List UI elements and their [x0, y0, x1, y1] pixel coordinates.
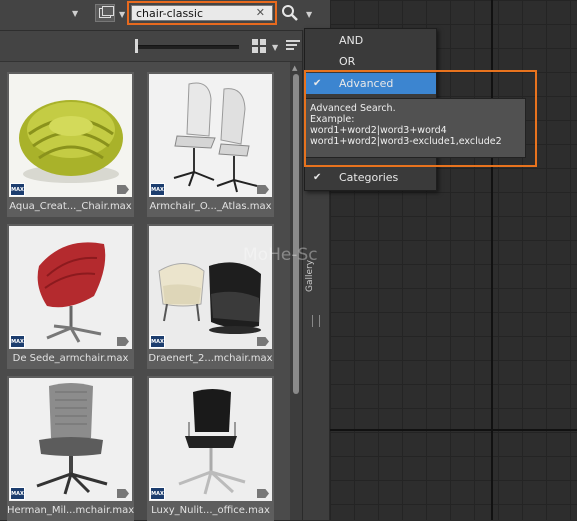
asset-caption: De Sede_armchair.max [12, 353, 129, 364]
grid-view-icon[interactable] [252, 39, 267, 54]
max-file-icon: MAX [150, 335, 165, 348]
red-lounge-chair-icon[interactable]: MAX [9, 226, 132, 349]
asset-tile[interactable]: MAX De Sede_armchair.max [7, 224, 134, 369]
max-file-icon: MAX [10, 183, 25, 196]
scrollbar-thumb[interactable] [293, 74, 299, 394]
view-toolbar: ▼ [0, 31, 304, 62]
asset-tile[interactable]: MAX Luxy_Nulit..._office.max [147, 376, 274, 521]
vertical-scrollbar[interactable]: ▲ [290, 62, 302, 520]
asset-caption: Draenert_2...mchair.max [148, 353, 273, 364]
list-view-icon[interactable] [286, 39, 300, 53]
search-options-arrow-icon[interactable]: ▼ [306, 10, 312, 19]
thumbnail-size-slider[interactable] [137, 45, 239, 49]
viewport-axis-horizontal [330, 429, 577, 431]
search-highlight-box: ✕ [127, 1, 277, 25]
clear-search-icon[interactable]: ✕ [256, 6, 265, 19]
menu-item-categories[interactable]: ✔ Categories [305, 167, 436, 188]
asset-tile[interactable]: MAX Armchair_O..._Atlas.max [147, 72, 274, 217]
search-icon[interactable] [281, 4, 299, 22]
search-input[interactable] [131, 5, 273, 21]
checkmark-icon: ✔ [313, 172, 322, 183]
search-toolbar: ▼ ▼ ✕ ▼ [0, 0, 330, 31]
grid-view-arrow-icon[interactable]: ▼ [272, 43, 278, 52]
asset-tile[interactable]: MAX Herman_Mil...mchair.max [7, 376, 134, 521]
menu-item-label: OR [339, 55, 356, 68]
scroll-up-arrow-icon[interactable]: ▲ [292, 64, 297, 72]
category-dropdown-arrow-icon[interactable]: ▼ [72, 9, 78, 18]
asset-caption: Herman_Mil...mchair.max [7, 505, 134, 516]
max-file-icon: MAX [150, 183, 165, 196]
view-mode-icon[interactable] [95, 4, 115, 22]
max-file-icon: MAX [150, 487, 165, 500]
mesh-office-chair-icon[interactable]: MAX [9, 378, 132, 501]
menu-item-and[interactable]: AND [305, 30, 436, 51]
asset-caption: Luxy_Nulit..._office.max [151, 505, 270, 516]
asset-caption: Aqua_Creat..._Chair.max [9, 201, 132, 212]
asset-caption: Armchair_O..._Atlas.max [149, 201, 272, 212]
black-office-chair-icon[interactable]: MAX [149, 378, 272, 501]
menu-item-label: AND [339, 34, 364, 47]
menu-item-label: Categories [339, 171, 399, 184]
asset-tile[interactable]: MAX Aqua_Creat..._Chair.max [7, 72, 134, 217]
white-office-chair-icon[interactable]: MAX [149, 74, 272, 197]
tooltip-highlight-box [304, 70, 537, 167]
menu-item-or[interactable]: OR [305, 51, 436, 72]
panel-grip-handle[interactable] [312, 315, 320, 327]
slider-handle[interactable] [135, 39, 138, 53]
view-mode-dropdown-arrow-icon[interactable]: ▼ [119, 10, 125, 19]
thumbnail-grid: MAX Aqua_Creat..._Chair.max MAX Armchair… [0, 62, 290, 521]
max-file-icon: MAX [10, 487, 25, 500]
watermark-text: MoHe-Sc [243, 245, 318, 265]
max-file-icon: MAX [10, 335, 25, 348]
green-pouf-chair-icon[interactable]: MAX [9, 74, 132, 197]
